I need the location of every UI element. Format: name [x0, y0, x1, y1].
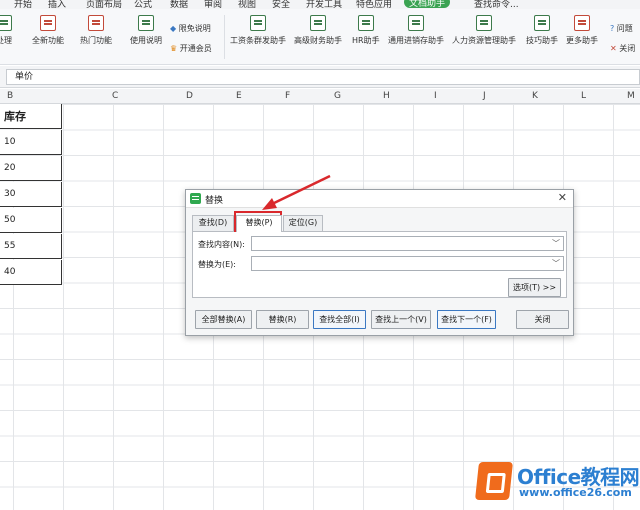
find-previous-button[interactable]: 查找上一个(V) [371, 310, 431, 329]
column-header: B C D E F G H I J K L M [0, 89, 640, 104]
question-icon: ? [610, 24, 615, 33]
ribbon-inventory[interactable]: 通用进销存助手 [388, 15, 444, 46]
free-limit-link[interactable]: ◆ 限免说明 [170, 23, 211, 34]
column-label[interactable]: E [236, 91, 242, 101]
ribbon-payslip[interactable]: 工资条群发助手 [230, 15, 286, 46]
question-link[interactable]: ? 问题 [610, 23, 633, 34]
office-logo-icon [475, 462, 513, 500]
table-cell[interactable]: 50 [0, 208, 62, 233]
inventory-icon [408, 15, 424, 31]
popular-icon [88, 15, 104, 31]
menu-insert[interactable]: 插入 [48, 0, 66, 9]
watermark: Office教程网 www.office26.com [473, 458, 640, 504]
manual-icon [138, 15, 154, 31]
replace-label: 替换为(E): [198, 260, 236, 269]
tab-goto[interactable]: 定位(G) [283, 215, 323, 231]
free-limit-icon: ◆ [170, 24, 177, 33]
column-label[interactable]: I [434, 91, 437, 101]
ribbon-divider [224, 15, 225, 59]
column-label[interactable]: H [383, 91, 390, 101]
menu-view[interactable]: 视图 [238, 0, 256, 9]
column-label[interactable]: K [532, 91, 538, 101]
find-label: 查找内容(N): [198, 240, 245, 249]
find-all-button[interactable]: 查找全部(I) [313, 310, 366, 329]
table-cell[interactable]: 55 [0, 234, 62, 259]
column-label[interactable]: F [285, 91, 290, 101]
menu-start[interactable]: 开始 [14, 0, 32, 9]
close-assistant-link[interactable]: ✕ 关闭 [610, 43, 635, 54]
table-header-cell[interactable]: 库存 [0, 104, 62, 129]
table-cell[interactable]: 20 [0, 156, 62, 181]
close-box-icon: ✕ [610, 44, 617, 53]
chevron-down-icon[interactable]: ﹀ [552, 238, 560, 249]
new-feature-icon [40, 15, 56, 31]
menu-doc-assistant[interactable]: 文档助手 [404, 0, 451, 9]
menu-data[interactable]: 数据 [170, 0, 188, 9]
menu-formula[interactable]: 公式 [134, 0, 152, 9]
column-label[interactable]: D [186, 91, 193, 101]
table-cell[interactable]: 10 [0, 130, 62, 155]
cell-content-box[interactable]: 单价 [6, 69, 640, 85]
dialog-titlebar[interactable]: 替换 ✕ [186, 190, 573, 208]
table-cell[interactable]: 30 [0, 182, 62, 207]
ribbon-new-features[interactable]: 全新功能 [32, 15, 64, 46]
process-icon [0, 15, 12, 31]
menu-developer[interactable]: 开发工具 [306, 0, 342, 9]
more-icon [574, 15, 590, 31]
tab-find[interactable]: 查找(D) [192, 215, 234, 231]
replace-input[interactable]: ﹀ [251, 256, 564, 271]
open-membership-link[interactable]: ♛ 开通会员 [170, 43, 212, 54]
menu-special-apps[interactable]: 特色应用 [356, 0, 392, 9]
ribbon-popular[interactable]: 热门功能 [80, 15, 112, 46]
replace-dialog: 替换 ✕ 查找(D) 替换(P) 定位(G) 查找内容(N): ﹀ 替换为(E)… [185, 189, 574, 336]
column-label[interactable]: J [483, 91, 486, 101]
chevron-down-icon[interactable]: ﹀ [552, 258, 560, 269]
replace-tab-panel: 查找内容(N): ﹀ 替换为(E): ﹀ 选项(T) >> [192, 231, 567, 298]
find-next-button[interactable]: 查找下一个(F) [437, 310, 496, 329]
tab-replace[interactable]: 替换(P) [236, 215, 282, 232]
find-input[interactable]: ﹀ [251, 236, 564, 251]
replace-all-button[interactable]: 全部替换(A) [195, 310, 252, 329]
menu-review[interactable]: 审阅 [204, 0, 222, 9]
close-button[interactable]: 关闭 [516, 310, 569, 329]
column-label[interactable]: G [334, 91, 341, 101]
ribbon: 处理 全新功能 热门功能 使用说明 ◆ 限免说明 ♛ 开通会员 工资条群发助手 … [0, 9, 640, 65]
crown-icon: ♛ [170, 44, 178, 53]
ribbon-manual[interactable]: 使用说明 [130, 15, 162, 46]
finance-icon [310, 15, 326, 31]
table-cell[interactable]: 40 [0, 260, 62, 285]
column-label[interactable]: C [112, 91, 118, 101]
ribbon-hr-manage[interactable]: 人力资源管理助手 [452, 15, 516, 46]
hr-icon [357, 15, 374, 31]
menu-page-layout[interactable]: 页面布局 [86, 0, 122, 9]
ribbon-tips[interactable]: 技巧助手 [526, 15, 558, 46]
replace-button[interactable]: 替换(R) [256, 310, 309, 329]
ribbon-more[interactable]: 更多助手 [566, 15, 598, 46]
close-icon[interactable]: ✕ [558, 191, 567, 204]
column-label[interactable]: M [627, 91, 635, 101]
column-label[interactable]: L [581, 91, 586, 101]
menu-security[interactable]: 安全 [272, 0, 290, 9]
app-logo-icon [190, 193, 201, 204]
watermark-url: www.office26.com [519, 486, 632, 499]
command-search[interactable]: 查找命令... [474, 0, 519, 9]
dialog-title: 替换 [205, 196, 224, 206]
ribbon-process[interactable]: 处理 [0, 15, 12, 46]
ribbon-finance[interactable]: 高级财务助手 [294, 15, 342, 46]
formula-bar: 单价 [0, 66, 640, 88]
tips-icon [534, 15, 550, 31]
payslip-icon [250, 15, 266, 31]
menu-bar: 开始 插入 页面布局 公式 数据 审阅 视图 安全 开发工具 特色应用 文档助手… [0, 0, 640, 9]
ribbon-hr[interactable]: HR助手 [352, 15, 380, 46]
column-label[interactable]: B [7, 91, 13, 101]
options-button[interactable]: 选项(T) >> [508, 278, 561, 297]
hr-manage-icon [476, 15, 492, 31]
